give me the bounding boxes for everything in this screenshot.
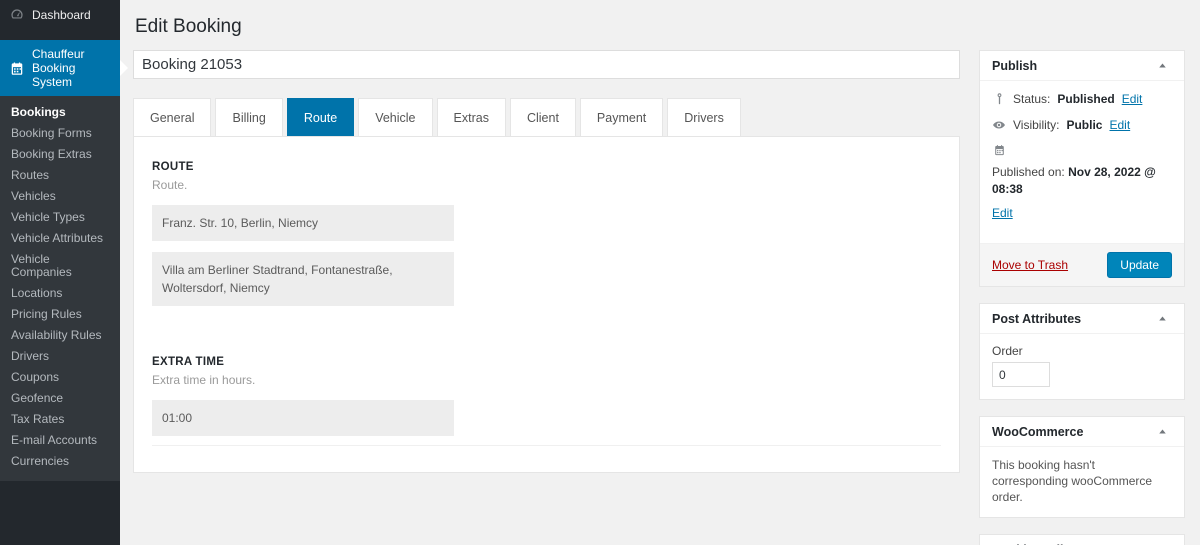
status-value: Published [1057,91,1114,108]
sidebar-item-dashboard[interactable]: Dashboard [0,0,120,30]
sidebar-item-coupons[interactable]: Coupons [0,367,120,388]
sidebar-item-vehicles[interactable]: Vehicles [0,186,120,207]
move-to-trash-link[interactable]: Move to Trash [992,258,1068,272]
publish-box-header: Publish [980,51,1184,81]
tab-extras[interactable]: Extras [437,98,506,137]
tab-drivers[interactable]: Drivers [667,98,741,137]
tab-general[interactable]: General [133,98,211,137]
sidebar-item-availability-rules[interactable]: Availability Rules [0,325,120,346]
calendar-icon [992,144,1006,157]
published-on-label: Published on: [992,165,1065,179]
edit-published-date-link[interactable]: Edit [992,205,1013,222]
order-label: Order [992,344,1172,358]
sidebar-item-currencies[interactable]: Currencies [0,451,120,472]
dropoff-location-field[interactable]: Villa am Berliner Stadtrand, Fontanestra… [152,252,454,306]
tab-vehicle[interactable]: Vehicle [358,98,432,137]
main-content: Edit Booking General Billing Route Vehic… [120,0,1200,545]
woocommerce-body: This booking hasn't corresponding wooCom… [980,447,1184,517]
sidebar-item-pricing-rules[interactable]: Pricing Rules [0,304,120,325]
route-field-group: ROUTE Route. Franz. Str. 10, Berlin, Nie… [152,159,941,306]
sidebar-submenu: Bookings Booking Forms Booking Extras Ro… [0,96,120,481]
tab-payment[interactable]: Payment [580,98,663,137]
post-attributes-header: Post Attributes [980,304,1184,334]
section-spacer [152,326,941,354]
booking-edit-box: Booking edit This booking cannot be modi… [979,534,1185,545]
publish-actions: Move to Trash Update [980,243,1184,286]
publish-box-body: Status: Published Edit Visibility: Publi… [980,81,1184,243]
sidebar-item-vehicle-types[interactable]: Vehicle Types [0,207,120,228]
primary-column: General Billing Route Vehicle Extras Cli… [133,50,960,473]
chevron-up-icon[interactable] [1152,309,1172,329]
sidebar-item-bookings[interactable]: Bookings [0,102,120,123]
sidebar-item-drivers[interactable]: Drivers [0,346,120,367]
post-attributes-body: Order [980,334,1184,399]
sidebar-item-label: Dashboard [32,8,91,22]
post-title-input[interactable] [133,50,960,79]
sidebar-item-tax-rates[interactable]: Tax Rates [0,409,120,430]
pickup-location-field[interactable]: Franz. Str. 10, Berlin, Niemcy [152,205,454,241]
woocommerce-message: This booking hasn't corresponding wooCom… [992,457,1172,505]
calendar-icon [9,61,25,77]
pin-icon [992,92,1006,108]
sidebar-item-locations[interactable]: Locations [0,283,120,304]
edit-status-link[interactable]: Edit [1122,91,1143,108]
eye-icon [992,118,1006,134]
side-column: Publish Status: Published Edit [979,50,1185,545]
post-attributes-box: Post Attributes Order [979,303,1185,400]
post-visibility-row: Visibility: Public Edit [992,117,1172,134]
sidebar-item-geofence[interactable]: Geofence [0,388,120,409]
dashboard-gauge-icon [9,7,25,23]
sidebar-item-booking-forms[interactable]: Booking Forms [0,123,120,144]
published-on-row: Published on: Nov 28, 2022 @ 08:38 Edit [992,143,1172,222]
sidebar-divider [0,30,120,40]
extra-time-field[interactable]: 01:00 [152,400,454,436]
update-button[interactable]: Update [1107,252,1172,278]
sidebar-item-vehicle-companies[interactable]: Vehicle Companies [0,249,120,283]
booking-edit-title: Booking edit [992,535,1068,545]
panel-divider [152,445,941,446]
post-attributes-title: Post Attributes [992,304,1081,334]
chevron-up-icon[interactable] [1152,422,1172,442]
sidebar-item-booking-extras[interactable]: Booking Extras [0,144,120,165]
page-title: Edit Booking [133,10,1185,50]
edit-columns: General Billing Route Vehicle Extras Cli… [133,50,1185,545]
status-label: Status: [1013,91,1050,108]
route-label: ROUTE [152,159,941,175]
booking-tabs: General Billing Route Vehicle Extras Cli… [133,97,960,136]
extra-time-description: Extra time in hours. [152,371,941,389]
sidebar-item-label: Chauffeur Booking System [32,47,116,89]
tab-client[interactable]: Client [510,98,576,137]
tab-route[interactable]: Route [287,98,354,137]
published-on-text: Published on: Nov 28, 2022 @ 08:38 [992,164,1172,198]
visibility-value: Public [1066,117,1102,134]
route-tab-panel: ROUTE Route. Franz. Str. 10, Berlin, Nie… [133,136,960,473]
booking-edit-header: Booking edit [980,535,1184,545]
publish-box: Publish Status: Published Edit [979,50,1185,287]
woocommerce-title: WooCommerce [992,417,1083,447]
sidebar-item-vehicle-attributes[interactable]: Vehicle Attributes [0,228,120,249]
edit-visibility-link[interactable]: Edit [1109,117,1130,134]
admin-sidebar: Dashboard Chauffeur Booking System Booki… [0,0,120,545]
chevron-up-icon[interactable] [1152,56,1172,76]
woocommerce-box: WooCommerce This booking hasn't correspo… [979,416,1185,518]
visibility-label: Visibility: [1013,117,1059,134]
extra-time-field-group: EXTRA TIME Extra time in hours. 01:00 [152,354,941,436]
publish-box-title: Publish [992,51,1037,81]
post-status-row: Status: Published Edit [992,91,1172,108]
sidebar-item-chauffeur-booking-system[interactable]: Chauffeur Booking System [0,40,120,96]
sidebar-item-routes[interactable]: Routes [0,165,120,186]
woocommerce-header: WooCommerce [980,417,1184,447]
chevron-up-icon[interactable] [1152,540,1172,545]
route-description: Route. [152,176,941,194]
menu-order-input[interactable] [992,362,1050,387]
sidebar-item-email-accounts[interactable]: E-mail Accounts [0,430,120,451]
extra-time-label: EXTRA TIME [152,354,941,370]
tab-billing[interactable]: Billing [215,98,282,137]
